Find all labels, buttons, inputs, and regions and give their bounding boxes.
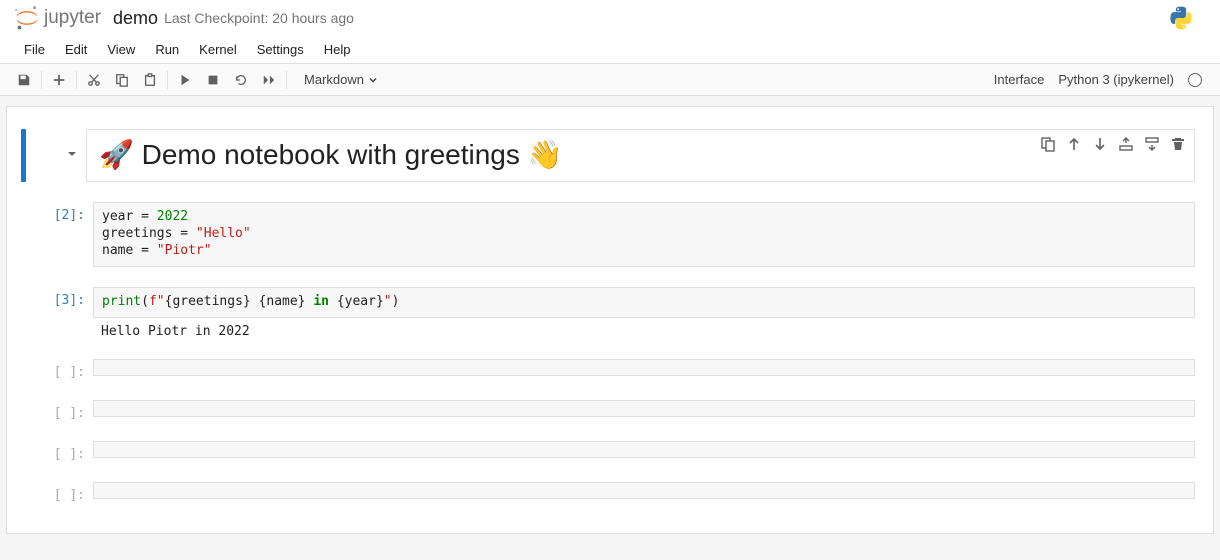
insert-below-icon[interactable] — [1144, 136, 1160, 152]
code-input[interactable] — [93, 441, 1195, 458]
python-icon — [1168, 5, 1194, 31]
code-cell-empty[interactable]: [ ]: — [7, 396, 1213, 425]
interface-label[interactable]: Interface — [994, 72, 1045, 87]
menu-edit[interactable]: Edit — [55, 38, 97, 61]
menu-bar: File Edit View Run Kernel Settings Help — [0, 36, 1220, 64]
cell-prompt: [ ]: — [21, 441, 93, 462]
checkpoint-text: Last Checkpoint: 20 hours ago — [164, 10, 354, 26]
save-icon — [17, 73, 31, 87]
stop-icon — [206, 73, 220, 87]
jupyter-logo[interactable]: jupyter — [14, 5, 101, 31]
paste-button[interactable] — [136, 68, 164, 92]
code-cell-empty[interactable]: [ ]: — [7, 355, 1213, 384]
stop-button[interactable] — [199, 68, 227, 92]
chevron-down-icon — [368, 75, 378, 85]
cell-output: Hello Piotr in 2022 — [93, 318, 1195, 339]
cell-type-selector[interactable]: Markdown — [296, 70, 386, 89]
markdown-editor[interactable]: 🚀 Demo notebook with greetings 👋 — [86, 129, 1195, 182]
menu-settings[interactable]: Settings — [247, 38, 314, 61]
code-cell-empty[interactable]: [ ]: — [7, 437, 1213, 466]
notebook-container: 🚀 Demo notebook with greetings 👋 [2]: ye… — [0, 96, 1220, 560]
toolbar: Markdown Interface Python 3 (ipykernel) — [0, 64, 1220, 96]
run-all-button[interactable] — [255, 68, 283, 92]
cell-type-label: Markdown — [304, 72, 364, 87]
markdown-heading: 🚀 Demo notebook with greetings 👋 — [99, 138, 1182, 171]
add-cell-button[interactable] — [45, 68, 73, 92]
move-down-icon[interactable] — [1092, 136, 1108, 152]
menu-view[interactable]: View — [97, 38, 145, 61]
cut-icon — [87, 73, 101, 87]
code-input[interactable] — [93, 359, 1195, 376]
app-header: jupyter demo Last Checkpoint: 20 hours a… — [0, 0, 1220, 36]
code-cell-empty[interactable]: [ ]: — [7, 478, 1213, 507]
code-input[interactable] — [93, 400, 1195, 417]
cut-button[interactable] — [80, 68, 108, 92]
menu-help[interactable]: Help — [314, 38, 361, 61]
code-input[interactable] — [93, 482, 1195, 499]
paste-icon — [143, 73, 157, 87]
cell-toolbar — [1040, 136, 1186, 152]
restart-icon — [234, 73, 248, 87]
cell-prompt: [ ]: — [21, 482, 93, 503]
delete-icon[interactable] — [1170, 136, 1186, 152]
fast-forward-icon — [262, 73, 276, 87]
active-cell-indicator — [21, 129, 26, 182]
notebook-title[interactable]: demo — [113, 8, 158, 29]
move-up-icon[interactable] — [1066, 136, 1082, 152]
code-cell[interactable]: [2]: year = 2022 greetings = "Hello" nam… — [7, 198, 1213, 271]
code-input[interactable]: year = 2022 greetings = "Hello" name = "… — [93, 202, 1195, 267]
cell-prompt: [3]: — [21, 287, 93, 339]
jupyter-brand-text: jupyter — [44, 7, 101, 29]
code-input[interactable]: print(f"{greetings} {name} in {year}") — [93, 287, 1195, 318]
restart-button[interactable] — [227, 68, 255, 92]
play-icon — [178, 73, 192, 87]
menu-file[interactable]: File — [14, 38, 55, 61]
save-button[interactable] — [10, 68, 38, 92]
cell-prompt: [ ]: — [21, 359, 93, 380]
menu-kernel[interactable]: Kernel — [189, 38, 247, 61]
cell-prompt: [ ]: — [21, 400, 93, 421]
copy-button[interactable] — [108, 68, 136, 92]
collapse-caret-icon[interactable] — [66, 148, 78, 164]
notebook-inner: 🚀 Demo notebook with greetings 👋 [2]: ye… — [6, 106, 1214, 534]
cell-prompt: [2]: — [21, 202, 93, 267]
kernel-status-indicator[interactable] — [1188, 73, 1202, 87]
duplicate-icon[interactable] — [1040, 136, 1056, 152]
kernel-name[interactable]: Python 3 (ipykernel) — [1058, 72, 1174, 87]
menu-run[interactable]: Run — [145, 38, 189, 61]
jupyter-icon — [14, 5, 40, 31]
run-button[interactable] — [171, 68, 199, 92]
markdown-cell-active[interactable]: 🚀 Demo notebook with greetings 👋 — [7, 125, 1213, 186]
copy-icon — [115, 73, 129, 87]
insert-above-icon[interactable] — [1118, 136, 1134, 152]
plus-icon — [52, 73, 66, 87]
code-cell[interactable]: [3]: print(f"{greetings} {name} in {year… — [7, 283, 1213, 343]
